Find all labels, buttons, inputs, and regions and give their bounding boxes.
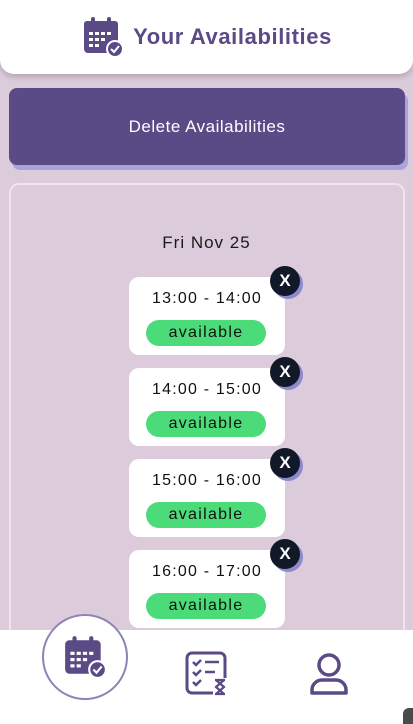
slot-time: 14:00 - 15:00: [152, 381, 262, 398]
slot-time: 13:00 - 14:00: [152, 290, 262, 307]
date-label: Fri Nov 25: [162, 233, 251, 252]
remove-slot-button[interactable]: X: [270, 448, 300, 478]
scrollbar-corner: [403, 708, 413, 724]
checklist-hourglass-icon[interactable]: [185, 650, 231, 696]
availability-slot: 13:00 - 14:00 available: [129, 277, 285, 355]
calendar-check-icon: [65, 636, 107, 679]
status-badge: available: [146, 502, 266, 528]
page-title: Your Availabilities: [133, 24, 332, 49]
status-badge: available: [146, 411, 266, 437]
availability-slot: 16:00 - 17:00 available: [129, 550, 285, 628]
slot-time: 15:00 - 16:00: [152, 472, 262, 489]
slot-time: 16:00 - 17:00: [152, 563, 262, 580]
remove-slot-button[interactable]: X: [270, 266, 300, 296]
calendar-check-icon: [84, 17, 125, 58]
availability-slot: 14:00 - 15:00 available: [129, 368, 285, 446]
app-header: Your Availabilities: [0, 0, 413, 74]
status-badge: available: [146, 320, 266, 346]
remove-slot-button[interactable]: X: [270, 539, 300, 569]
user-icon[interactable]: [308, 652, 350, 696]
delete-availabilities-button[interactable]: Delete Availabilities: [9, 88, 405, 165]
status-badge: available: [146, 593, 266, 619]
remove-slot-button[interactable]: X: [270, 357, 300, 387]
nav-availabilities-button[interactable]: [42, 614, 128, 700]
availability-slot: 15:00 - 16:00 available: [129, 459, 285, 537]
